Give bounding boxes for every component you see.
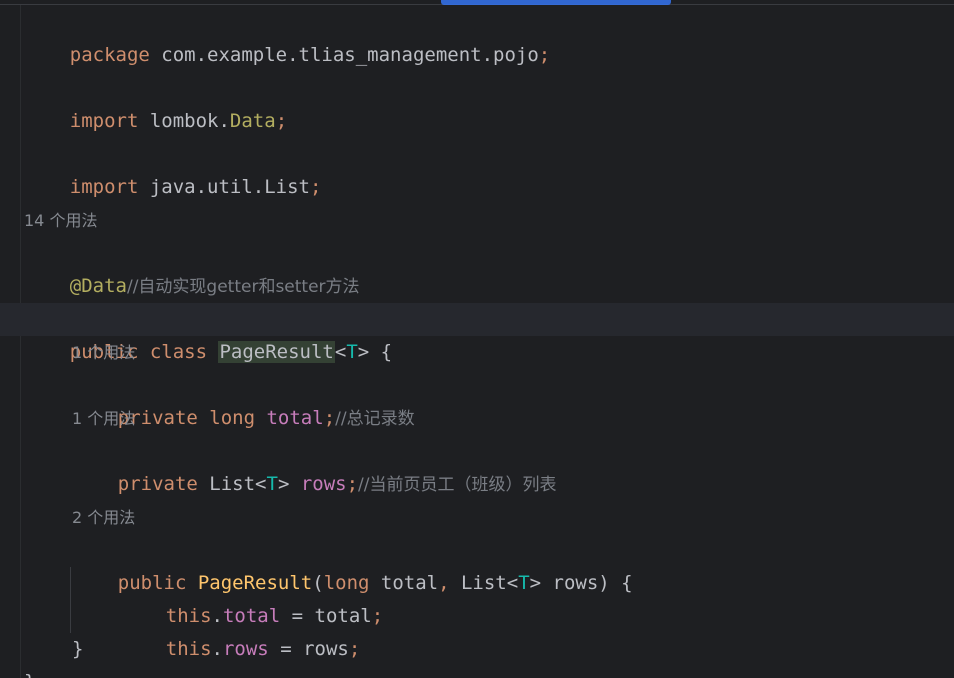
semicolon: ; <box>323 407 336 429</box>
code-line-annotation[interactable]: @Data//自动实现getter和setter方法 <box>24 237 360 297</box>
package-name: com.example.tlias_management.pojo <box>149 44 539 66</box>
keyword: private <box>117 473 210 495</box>
code-line-field-total[interactable]: private long total;//总记录数 <box>72 369 415 429</box>
semicolon: ; <box>346 473 359 495</box>
class-name: PageResult <box>218 341 335 363</box>
code-line-assign-rows[interactable]: this.rows = rows; <box>120 600 361 660</box>
comment: //总记录数 <box>335 409 415 429</box>
field-name: rows <box>300 473 347 495</box>
semicolon: ; <box>348 638 361 660</box>
type-parameter: T <box>518 572 530 594</box>
type-name: List< <box>209 473 267 495</box>
code-line-class-declaration[interactable]: public class PageResult<T> { <box>24 303 392 363</box>
code-line-constructor[interactable]: public PageResult(long total, List<T> ro… <box>72 534 633 594</box>
keyword: import <box>69 110 139 132</box>
generic-close-brace: > { <box>357 341 393 363</box>
semicolon: ; <box>371 605 384 627</box>
code-line-field-rows[interactable]: private List<T> rows;//当前页员工（班级）列表 <box>72 435 557 495</box>
code-line-assign-total[interactable]: this.total = total; <box>120 567 383 627</box>
usage-hint-class[interactable]: 14 个用法 <box>24 204 97 237</box>
usage-hint-rows[interactable]: 1 个用法 <box>72 402 135 435</box>
keyword: package <box>69 44 150 66</box>
semicolon: ; <box>310 176 322 198</box>
code-line-import-lombok[interactable]: import lombok.Data; <box>24 72 287 132</box>
generic-close: > <box>277 473 301 495</box>
gutter-separator <box>20 5 21 678</box>
code-line-close-class[interactable]: } <box>24 666 35 678</box>
import-class: Data <box>229 110 276 132</box>
semicolon: ; <box>538 44 551 66</box>
field-name: rows <box>222 638 269 660</box>
code-editor[interactable]: package com.example.tlias_management.poj… <box>0 0 954 678</box>
generic-open: < <box>334 341 347 363</box>
comma: , <box>438 572 461 594</box>
horizontal-scroll-thumb[interactable] <box>441 0 671 5</box>
param-list-type: List< <box>460 572 519 594</box>
comment: //自动实现getter和setter方法 <box>126 277 360 297</box>
usage-hint-total[interactable]: 1 个用法 <box>72 336 135 369</box>
code-line-close-constructor[interactable]: } <box>72 633 83 666</box>
keyword: private long <box>117 407 267 429</box>
comment: //当前页员工（班级）列表 <box>358 475 557 495</box>
keyword: this <box>165 638 212 660</box>
param-rows: > rows) { <box>529 572 633 594</box>
type-parameter: T <box>346 341 358 363</box>
type-parameter: T <box>266 473 278 495</box>
dot: . <box>211 638 223 660</box>
semicolon: ; <box>275 110 288 132</box>
assignment: = rows <box>268 638 349 660</box>
keyword: import <box>69 176 139 198</box>
indent-guide <box>70 567 71 633</box>
annotation: @Data <box>69 275 127 297</box>
usage-hint-constructor[interactable]: 2 个用法 <box>72 501 135 534</box>
import-path: java.util.List <box>138 176 310 198</box>
code-line-import-list[interactable]: import java.util.List; <box>24 138 322 198</box>
field-name: total <box>266 407 324 429</box>
code-line-package[interactable]: package com.example.tlias_management.poj… <box>24 6 550 66</box>
import-package: lombok. <box>138 110 230 132</box>
